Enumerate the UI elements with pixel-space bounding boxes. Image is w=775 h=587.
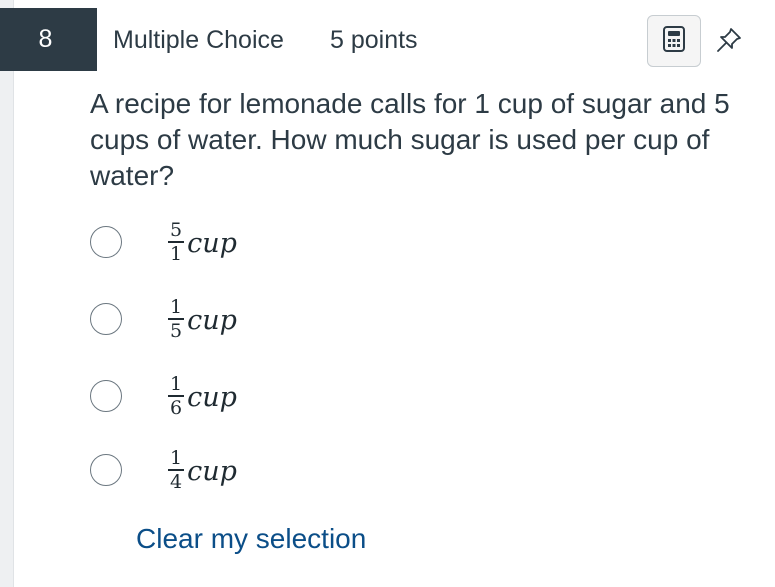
- answer-label: 5 1 cup: [168, 220, 237, 264]
- answer-label: 1 4 cup: [168, 448, 237, 492]
- answer-option[interactable]: 1 5 cup: [90, 287, 390, 351]
- radio-button[interactable]: [90, 303, 122, 335]
- fraction: 5 1: [168, 219, 185, 265]
- question-text: A recipe for lemonade calls for 1 cup of…: [90, 88, 730, 191]
- question-number-label: 8: [38, 25, 53, 53]
- pin-icon: [714, 25, 744, 60]
- answer-label: 1 6 cup: [168, 374, 237, 418]
- fraction-denominator: 6: [170, 396, 183, 419]
- answer-option[interactable]: 1 6 cup: [90, 364, 390, 428]
- radio-button[interactable]: [90, 226, 122, 258]
- answer-unit: cup: [187, 304, 237, 336]
- fraction-denominator: 4: [170, 470, 183, 493]
- calculator-icon: [663, 25, 685, 57]
- answer-unit: cup: [187, 381, 237, 413]
- fraction: 1 5: [168, 296, 185, 342]
- fraction: 1 4: [168, 447, 185, 493]
- question-points: 5 points: [330, 26, 418, 54]
- calculator-button[interactable]: [647, 15, 701, 67]
- fraction-numerator: 1: [170, 373, 183, 396]
- answer-option[interactable]: 1 4 cup: [90, 438, 390, 502]
- fraction: 1 6: [168, 373, 185, 419]
- answer-unit: cup: [187, 227, 237, 259]
- answer-unit: cup: [187, 455, 237, 487]
- fraction-numerator: 1: [170, 296, 183, 319]
- pin-button[interactable]: [709, 22, 749, 62]
- question-type: Multiple Choice: [113, 26, 284, 54]
- answer-option[interactable]: 5 1 cup: [90, 210, 390, 274]
- answer-label: 1 5 cup: [168, 297, 237, 341]
- clear-selection-link[interactable]: Clear my selection: [136, 523, 366, 555]
- fraction-numerator: 1: [170, 447, 183, 470]
- question-number: 8: [0, 8, 97, 71]
- fraction-denominator: 1: [170, 242, 183, 265]
- radio-button[interactable]: [90, 454, 122, 486]
- radio-button[interactable]: [90, 380, 122, 412]
- fraction-numerator: 5: [170, 219, 183, 242]
- left-rail: [0, 0, 14, 587]
- fraction-denominator: 5: [170, 319, 183, 342]
